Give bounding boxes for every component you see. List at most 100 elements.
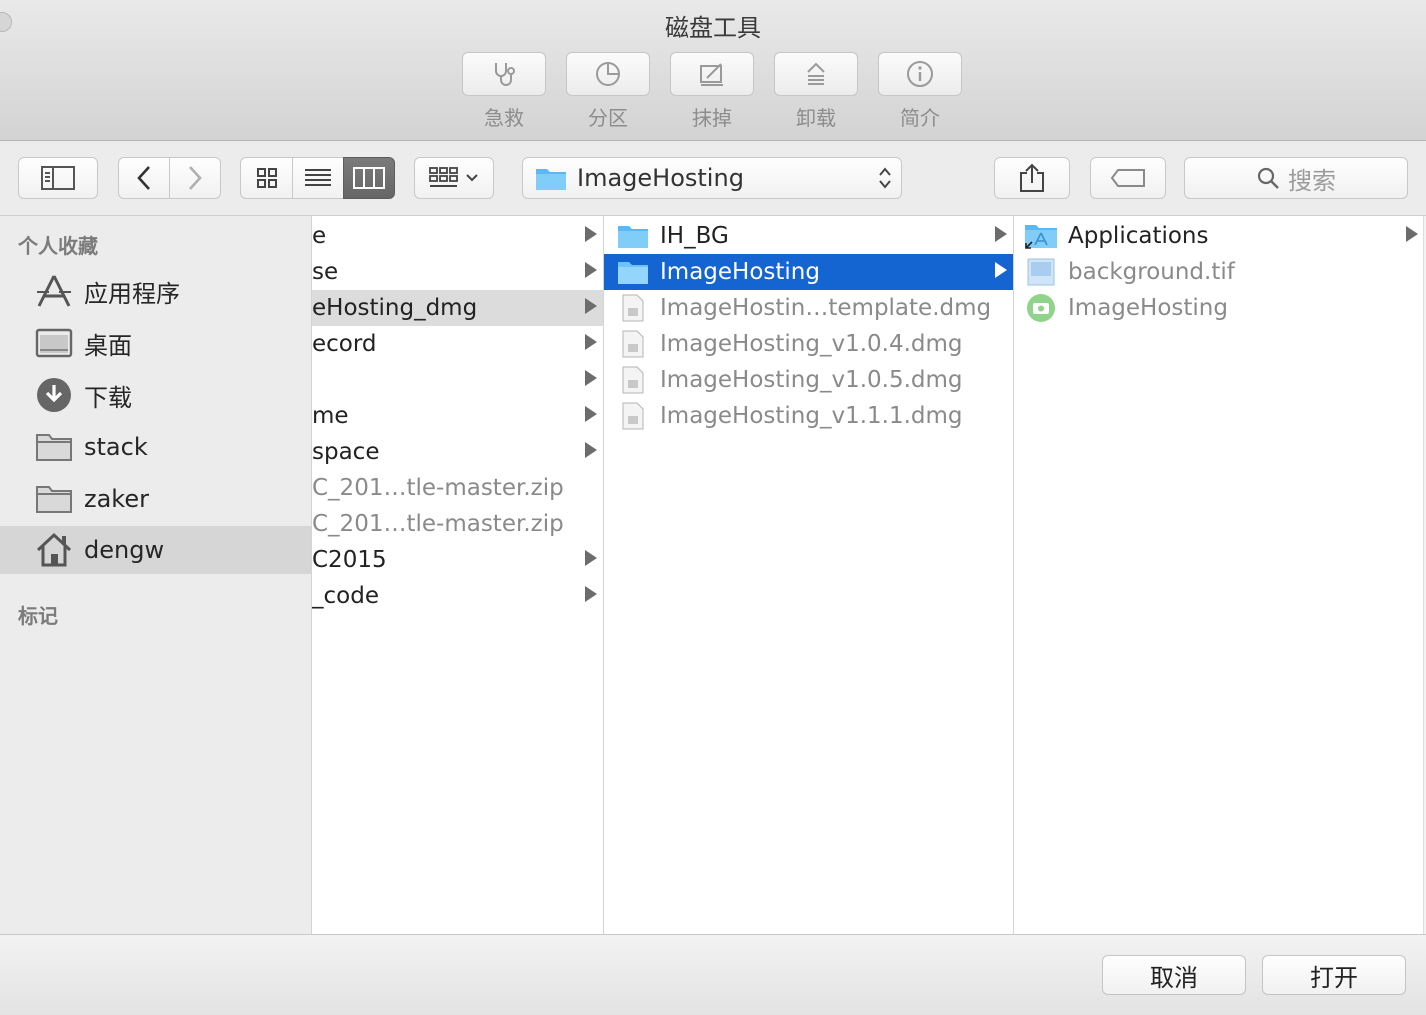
disclosure-arrow-icon: [585, 370, 597, 386]
disclosure-arrow-icon: [585, 298, 597, 314]
list-item[interactable]: [312, 362, 603, 398]
sidebar-item-downloads[interactable]: 下载: [0, 372, 311, 418]
list-item[interactable]: C_201…tle-master.zip: [312, 470, 603, 506]
pie-chart-icon: [596, 62, 620, 86]
sidebar-item-applications[interactable]: 应用程序: [0, 268, 311, 314]
sidebar-item-zaker[interactable]: zaker: [0, 476, 311, 522]
list-item[interactable]: C2015: [312, 542, 603, 578]
unmount-label: 卸载: [796, 106, 836, 130]
partition-tool[interactable]: 分区: [566, 52, 650, 131]
window-title: 磁盘工具: [665, 14, 761, 42]
list-view-button[interactable]: [292, 157, 344, 199]
disk-image-icon: [616, 401, 650, 431]
list-item[interactable]: IH_BG: [604, 218, 1013, 254]
list-item[interactable]: ImageHosting_v1.0.5.dmg: [604, 362, 1013, 398]
disclosure-arrow-icon: [585, 550, 597, 566]
partition-button[interactable]: [566, 52, 650, 96]
folder-icon: [34, 479, 74, 519]
list-item[interactable]: ImageHosting_v1.0.4.dmg: [604, 326, 1013, 362]
sidebar-item-desktop[interactable]: 桌面: [0, 320, 311, 366]
app-icon: [1024, 293, 1058, 323]
disk-image-icon: [616, 365, 650, 395]
chevron-left-icon: [137, 166, 150, 190]
home-icon: [34, 530, 74, 570]
first-aid-button[interactable]: [462, 52, 546, 96]
list-icon: [305, 169, 331, 186]
sidebar-toggle-button[interactable]: [18, 157, 98, 199]
list-item[interactable]: ImageHostin…template.dmg: [604, 290, 1013, 326]
icon-view-button[interactable]: [240, 157, 293, 199]
back-button[interactable]: [118, 157, 170, 199]
sidebar-item-label: 桌面: [84, 331, 132, 360]
chevron-right-icon: [189, 166, 202, 190]
info-label: 简介: [900, 106, 940, 130]
browser-column-1[interactable]: e se eHosting_dmg ecord me space C_201…t…: [311, 216, 603, 934]
sidebar-item-stack[interactable]: stack: [0, 424, 311, 470]
list-item[interactable]: se: [312, 254, 603, 290]
list-item[interactable]: ImageHosting_v1.1.1.dmg: [604, 398, 1013, 434]
disclosure-arrow-icon: [585, 586, 597, 602]
partition-label: 分区: [588, 106, 628, 130]
title-bar: 磁盘工具 急救 分区 抹掉 卸载 简介: [0, 0, 1426, 141]
list-item-selected[interactable]: eHosting_dmg: [312, 290, 603, 326]
dialog-toolbar: ImageHosting 搜索: [0, 141, 1426, 216]
list-item[interactable]: me: [312, 398, 603, 434]
info-tool[interactable]: 简介: [878, 52, 962, 131]
list-item[interactable]: _code: [312, 578, 603, 614]
disclosure-arrow-icon: [585, 406, 597, 422]
disclosure-arrow-icon: [995, 226, 1007, 242]
disk-image-icon: [616, 293, 650, 323]
tag-icon: [1110, 169, 1145, 187]
search-field[interactable]: 搜索: [1184, 157, 1408, 199]
chevron-down-icon: [466, 174, 478, 182]
list-item[interactable]: C_201…tle-master.zip: [312, 506, 603, 542]
list-item[interactable]: ecord: [312, 326, 603, 362]
favorites-heading: 个人收藏: [18, 234, 98, 258]
tags-heading: 标记: [18, 604, 58, 628]
arrange-menu-button[interactable]: [414, 157, 494, 199]
browser-column-3[interactable]: Applications background.tif ImageHosting: [1013, 216, 1424, 934]
downloads-icon: [34, 375, 74, 415]
first-aid-tool[interactable]: 急救: [462, 52, 546, 131]
open-button[interactable]: 打开: [1262, 955, 1406, 995]
cancel-button[interactable]: 取消: [1102, 955, 1246, 995]
unmount-tool[interactable]: 卸载: [774, 52, 858, 131]
sidebar: 个人收藏 应用程序 桌面 下载 stack zaker dengw 标记: [0, 216, 311, 934]
sidebar-item-label: 下载: [84, 383, 132, 412]
stethoscope-icon: [495, 63, 515, 86]
erase-icon: [700, 63, 723, 86]
list-item[interactable]: background.tif: [1014, 254, 1424, 290]
erase-label: 抹掉: [692, 106, 732, 130]
applications-alias-icon: [1024, 221, 1058, 251]
list-item[interactable]: Applications: [1014, 218, 1424, 254]
disclosure-arrow-icon: [585, 334, 597, 350]
path-popup[interactable]: ImageHosting: [522, 157, 902, 199]
forward-button[interactable]: [169, 157, 221, 199]
sidebar-item-home[interactable]: dengw: [0, 526, 311, 574]
disclosure-arrow-icon: [585, 442, 597, 458]
erase-button[interactable]: [670, 52, 754, 96]
list-item[interactable]: ImageHosting: [1014, 290, 1424, 326]
search-icon: [1257, 167, 1279, 189]
arrange-icon: [429, 167, 458, 187]
path-popup-label: ImageHosting: [577, 164, 744, 192]
list-item-selected[interactable]: ImageHosting: [604, 254, 1013, 290]
dialog-button-bar: 取消 打开: [0, 934, 1426, 1015]
column-view-button[interactable]: [343, 157, 395, 199]
updown-chevron-icon: [879, 167, 891, 189]
folder-icon: [34, 427, 74, 467]
unmount-button[interactable]: [774, 52, 858, 96]
grid-icon: [256, 168, 277, 188]
tags-button[interactable]: [1090, 157, 1166, 199]
sidebar-item-label: zaker: [84, 485, 149, 513]
folder-icon: [616, 221, 650, 251]
share-button[interactable]: [994, 157, 1070, 199]
columns-icon: [353, 167, 385, 189]
browser-column-2[interactable]: IH_BG ImageHosting ImageHostin…template.…: [603, 216, 1013, 934]
share-icon: [1020, 163, 1044, 192]
list-item[interactable]: e: [312, 218, 603, 254]
erase-tool[interactable]: 抹掉: [670, 52, 754, 131]
list-item[interactable]: space: [312, 434, 603, 470]
info-button[interactable]: [878, 52, 962, 96]
folder-icon: [616, 257, 650, 287]
